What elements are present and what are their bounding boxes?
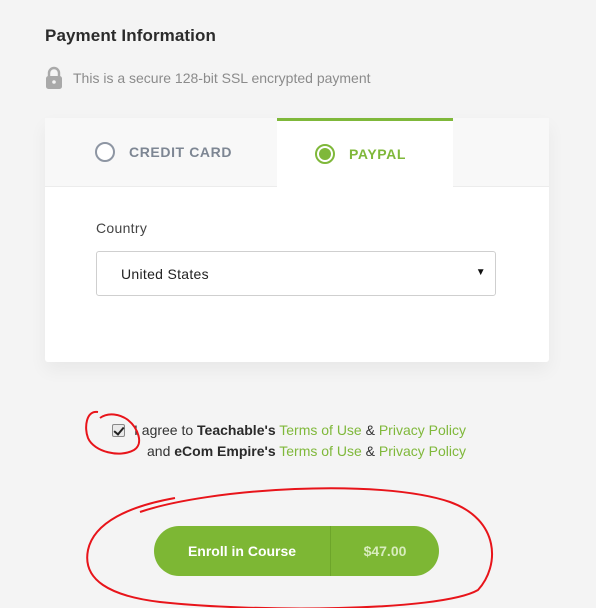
- tab-bar-filler: [453, 118, 549, 187]
- teachable-privacy-link[interactable]: Privacy Policy: [379, 422, 466, 438]
- payment-card: CREDIT CARD PAYPAL Country United States…: [45, 118, 549, 362]
- tab-credit-card-label: CREDIT CARD: [129, 144, 233, 160]
- terms-agreement: I agree to Teachable's Terms of Use & Pr…: [112, 420, 512, 462]
- teachable-org: Teachable's: [197, 422, 276, 438]
- page-title: Payment Information: [45, 26, 216, 45]
- country-select-value: United States: [121, 265, 209, 282]
- caret-down-icon: ▼: [475, 267, 486, 278]
- payment-tabs: CREDIT CARD PAYPAL: [45, 118, 549, 187]
- agree-line-2: and eCom Empire's Terms of Use & Privacy…: [147, 443, 466, 459]
- secure-notice-text: This is a secure 128-bit SSL encrypted p…: [73, 70, 371, 86]
- paypal-radio[interactable]: [315, 144, 335, 164]
- ecom-empire-org: eCom Empire's: [174, 443, 276, 459]
- lock-icon: [45, 66, 63, 90]
- tab-paypal-label: PAYPAL: [349, 146, 407, 162]
- country-select[interactable]: United States ▼: [96, 251, 496, 296]
- enroll-price: $47.00: [363, 543, 407, 559]
- country-label: Country: [96, 220, 148, 236]
- credit-card-radio[interactable]: [95, 142, 115, 162]
- secure-notice: This is a secure 128-bit SSL encrypted p…: [45, 66, 371, 90]
- ecom-privacy-link[interactable]: Privacy Policy: [379, 443, 466, 459]
- agree-checkbox[interactable]: [112, 424, 125, 437]
- agree-line-1: I agree to Teachable's Terms of Use & Pr…: [134, 422, 466, 438]
- tab-paypal[interactable]: PAYPAL: [277, 118, 453, 187]
- teachable-terms-link[interactable]: Terms of Use: [279, 422, 361, 438]
- enroll-button[interactable]: Enroll in Course $47.00: [154, 526, 439, 576]
- ecom-terms-link[interactable]: Terms of Use: [279, 443, 361, 459]
- tab-credit-card[interactable]: CREDIT CARD: [45, 118, 277, 187]
- enroll-button-label: Enroll in Course: [187, 543, 297, 559]
